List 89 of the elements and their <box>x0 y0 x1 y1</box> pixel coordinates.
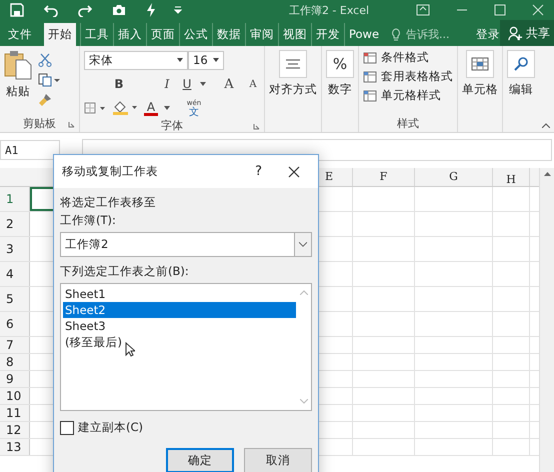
styles-menu-button[interactable]: 条件格式 <box>363 50 453 65</box>
row-header[interactable]: 12 <box>0 422 30 438</box>
font-color-button[interactable]: A <box>144 100 158 116</box>
caret-icon[interactable] <box>164 106 170 110</box>
vertical-scrollbar[interactable] <box>539 168 554 472</box>
copy-checkbox[interactable] <box>60 420 74 434</box>
cells-grid-icon <box>466 50 494 78</box>
save-icon[interactable] <box>10 3 24 17</box>
italic-button[interactable]: I <box>160 77 174 91</box>
fill-color-icon[interactable] <box>112 101 138 115</box>
dialog-launcher-icon[interactable] <box>68 121 75 128</box>
row-header[interactable]: 7 <box>0 337 30 353</box>
dialog-launcher-icon[interactable] <box>253 123 260 130</box>
underline-button[interactable]: U <box>180 77 194 91</box>
collapse-ribbon-icon[interactable] <box>542 123 550 128</box>
paste-button[interactable]: 粘贴 <box>4 50 32 107</box>
maximize-icon[interactable] <box>494 4 506 16</box>
row-header[interactable]: 3 <box>0 237 30 261</box>
cells-button[interactable]: 单元格 <box>462 50 498 97</box>
row-header[interactable]: 9 <box>0 371 30 387</box>
group-label: 字体 <box>161 118 183 132</box>
clipboard-icon <box>4 50 32 80</box>
row-header[interactable]: 5 <box>0 287 30 311</box>
group-label: 剪贴板 <box>23 116 56 130</box>
borders-icon[interactable] <box>84 102 106 114</box>
decrease-font-button[interactable]: A <box>246 78 260 90</box>
ribbon-display-icon[interactable] <box>416 4 430 16</box>
name-box[interactable]: A1 <box>0 140 60 160</box>
row-header[interactable]: 11 <box>0 405 30 421</box>
bold-button[interactable]: B <box>84 77 154 91</box>
paintbrush-icon[interactable] <box>38 93 52 107</box>
sheet-list-item[interactable]: Sheet3 <box>63 318 296 334</box>
alignment-button[interactable]: 对齐方式 <box>269 50 317 97</box>
styles-menu-button[interactable]: 单元格样式 <box>363 88 453 103</box>
caret-icon <box>213 58 219 62</box>
align-lines-icon <box>279 50 307 78</box>
group-label: 样式 <box>397 116 419 130</box>
row-header[interactable]: 10 <box>0 388 30 404</box>
sheet-list-item[interactable]: Sheet2 <box>63 302 296 318</box>
caret-icon[interactable] <box>200 82 206 86</box>
before-sheet-label: 下列选定工作表之前(B): <box>60 263 190 280</box>
sign-in-link[interactable]: 登录 <box>476 23 500 46</box>
redo-icon[interactable] <box>78 3 92 17</box>
ribbon-tab[interactable]: 开始 <box>44 23 76 46</box>
ok-button[interactable]: 确定 <box>166 448 234 472</box>
scissors-icon[interactable] <box>38 53 52 67</box>
column-header[interactable]: G <box>415 168 493 186</box>
workbook-label: 工作簿(T): <box>60 212 117 229</box>
row-header[interactable]: 8 <box>0 354 30 370</box>
column-header[interactable]: F <box>353 168 415 186</box>
share-button[interactable]: 共享 <box>500 20 554 46</box>
help-button[interactable]: ? <box>255 164 262 179</box>
row-header[interactable]: 2 <box>0 212 30 236</box>
row-header[interactable]: 1 <box>0 187 30 211</box>
ribbon-tab[interactable]: 文件 <box>0 23 40 46</box>
increase-font-button[interactable]: A <box>222 76 236 92</box>
column-header[interactable]: H <box>493 168 530 186</box>
sheet-list-item[interactable]: (移至最后) <box>63 334 296 350</box>
dialog-title: 移动或复制工作表 <box>62 164 159 179</box>
sheet-list-item[interactable]: Sheet1 <box>63 286 296 302</box>
scroll-up-icon[interactable] <box>544 172 550 176</box>
undo-icon[interactable] <box>44 3 58 17</box>
customize-icon[interactable] <box>174 6 182 14</box>
camera-icon[interactable] <box>112 4 126 16</box>
font-name-dropdown[interactable]: 宋体 <box>84 50 188 70</box>
search-icon <box>507 50 535 78</box>
close-icon[interactable] <box>288 166 300 178</box>
font-size-dropdown[interactable]: 16 <box>188 50 224 70</box>
workbook-dropdown[interactable]: 工作簿2 <box>60 232 312 257</box>
cancel-button[interactable]: 取消 <box>244 448 312 472</box>
styles-menu-button[interactable]: 套用表格格式 <box>363 69 453 84</box>
copy-icon[interactable] <box>38 73 60 87</box>
table-icon <box>363 90 377 102</box>
mouse-pointer-icon <box>125 342 135 357</box>
checkbox-label: 建立副本(C) <box>78 420 144 435</box>
caret-icon <box>177 58 183 62</box>
tell-me-field[interactable]: 告诉我... <box>404 27 468 42</box>
instruction-label: 将选定工作表移至 <box>60 194 157 211</box>
person-add-icon <box>508 26 524 40</box>
chevron-icon <box>294 233 311 256</box>
window-title: 工作簿2 - Excel <box>288 2 370 18</box>
lightning-icon[interactable] <box>146 3 156 17</box>
lightbulb-icon <box>391 28 402 42</box>
table-icon <box>363 52 377 64</box>
editing-button[interactable]: 编辑 <box>507 50 535 97</box>
table-icon <box>363 70 377 82</box>
row-header[interactable]: 13 <box>0 439 30 455</box>
row-header[interactable]: 6 <box>0 312 30 336</box>
row-header[interactable]: 4 <box>0 262 30 286</box>
